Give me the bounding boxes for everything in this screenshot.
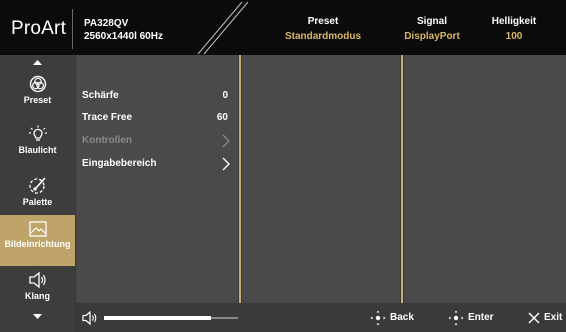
sidebar-item-label: Klang (24, 291, 50, 301)
model-name: PA328QV (84, 18, 129, 29)
volume-slider-fill (104, 316, 212, 320)
menu-item-label: Trace Free (82, 112, 133, 123)
close-icon (528, 312, 540, 324)
sidebar-item-label: Palette (22, 197, 53, 207)
volume-slider[interactable] (104, 316, 238, 320)
sidebar: Preset Blaulicht Palette Bildeinrichtung… (0, 55, 75, 332)
chevron-right-icon (222, 134, 230, 148)
menu-item-trace-free[interactable]: Trace Free 60 (82, 110, 234, 126)
panel-divider (239, 55, 241, 303)
menu-item-label: Kontrollen (82, 135, 132, 146)
sidebar-item-label: Blaulicht (18, 145, 57, 155)
exit-button[interactable]: Exit (528, 310, 566, 326)
brightness-value: 100 (505, 31, 523, 42)
volume-icon (82, 311, 97, 325)
resolution-text: 2560x1440 (84, 31, 135, 42)
options-panel (242, 55, 400, 303)
detail-panel (404, 55, 566, 303)
palette-icon (28, 177, 46, 194)
menu-item-label: Schärfe (82, 90, 119, 101)
scroll-down-icon[interactable] (0, 311, 75, 323)
back-label: Back (390, 312, 414, 323)
brand-logo: ProArt (11, 18, 67, 39)
osd-footer: Back Enter Exit (76, 303, 566, 332)
separator-glyph: l (134, 31, 137, 42)
signal-value: DisplayPort (404, 31, 460, 42)
sidebar-item-label: Bildeinrichtung (4, 239, 71, 249)
enter-label: Enter (468, 312, 494, 323)
preset-label: Preset (307, 16, 339, 27)
refresh-rate: 60Hz (139, 31, 163, 42)
signal-label: Signal (416, 16, 447, 27)
header-signal: Signal DisplayPort (392, 14, 472, 44)
enter-button[interactable]: Enter (448, 310, 510, 326)
brightness-label: Helligkeit (491, 16, 537, 27)
menu-item-value: 60 (216, 112, 228, 123)
sidebar-item-preset[interactable]: Preset (0, 69, 75, 120)
monitor-info: PA328QV 2560x1440l 60Hz (84, 17, 163, 43)
header-slash-decoration (197, 1, 249, 55)
chevron-right-icon (222, 157, 230, 171)
header-brightness: Helligkeit 100 (476, 14, 552, 44)
back-button[interactable]: Back (370, 310, 430, 326)
menu-item-kontrollen: Kontrollen (82, 133, 234, 149)
sidebar-item-klang[interactable]: Klang (0, 265, 75, 316)
joystick-left-icon (370, 310, 386, 326)
blue-light-icon (28, 125, 47, 141)
sidebar-item-palette[interactable]: Palette (0, 169, 75, 220)
logo-separator (72, 9, 73, 49)
sidebar-item-blaulicht[interactable]: Blaulicht (0, 119, 75, 170)
menu-item-eingabebereich[interactable]: Eingabebereich (82, 156, 234, 172)
preset-value: Standardmodus (284, 31, 362, 42)
osd-header: ProArt PA328QV 2560x1440l 60Hz Preset St… (0, 0, 566, 55)
preset-icon (29, 75, 46, 93)
osd-menu: ProArt PA328QV 2560x1440l 60Hz Preset St… (0, 0, 566, 332)
image-setup-icon (28, 221, 47, 237)
menu-item-value: 0 (222, 90, 228, 101)
menu-item-label: Eingabebereich (82, 158, 157, 169)
speaker-icon (28, 271, 46, 289)
sidebar-item-bildeinrichtung[interactable]: Bildeinrichtung (0, 215, 75, 266)
panel-divider (401, 55, 403, 303)
sidebar-item-label: Preset (23, 95, 52, 105)
menu-item-schaerfe[interactable]: Schärfe 0 (82, 88, 234, 104)
scroll-up-icon[interactable] (0, 56, 75, 68)
joystick-press-icon (448, 310, 464, 326)
exit-label: Exit (544, 312, 563, 323)
header-preset: Preset Standardmodus (268, 14, 378, 44)
